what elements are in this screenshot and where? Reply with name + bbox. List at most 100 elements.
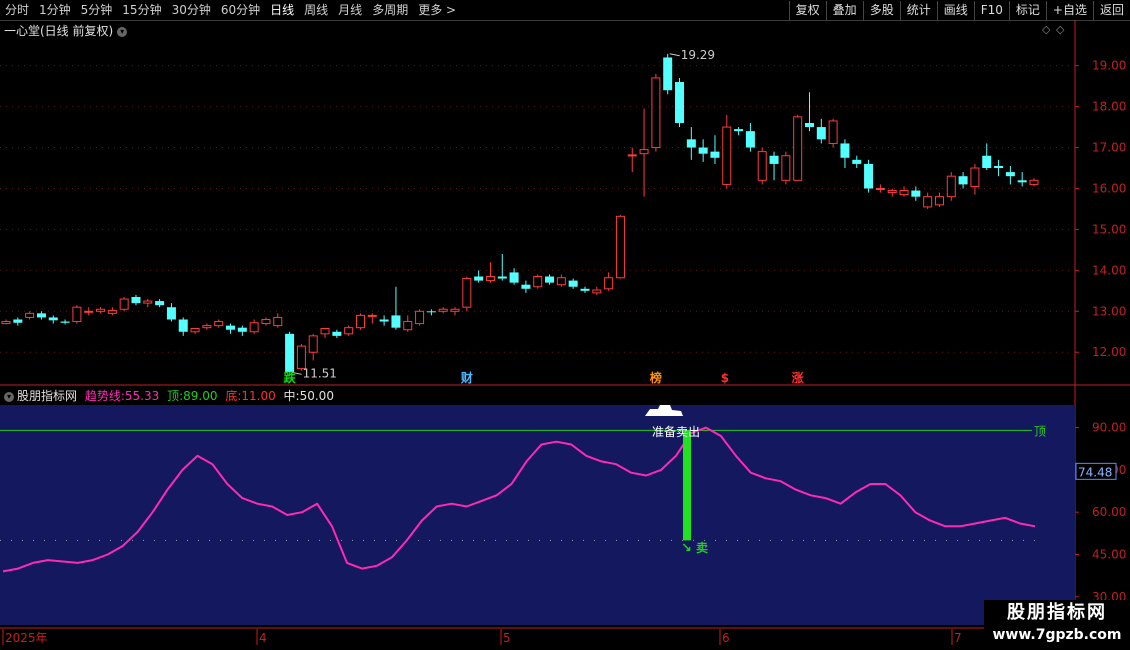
top-level-label: 顶 xyxy=(1034,424,1046,438)
candle-body xyxy=(923,196,933,208)
candle-body xyxy=(734,129,744,132)
watermark-title: 股朋指标网 xyxy=(1007,602,1107,623)
candle-body xyxy=(840,143,850,158)
candle-body xyxy=(828,120,838,144)
candle-body xyxy=(686,139,696,148)
candle-body xyxy=(970,167,980,187)
candle-body xyxy=(379,319,389,322)
candle-body xyxy=(1,321,11,325)
candle-body xyxy=(249,322,259,333)
candle-body xyxy=(237,327,247,332)
candle-body xyxy=(190,328,200,333)
candle-body xyxy=(119,298,129,310)
candle-body xyxy=(604,277,614,290)
x-axis-label: 2025年 xyxy=(5,631,48,645)
candle-body xyxy=(485,276,495,282)
candle-body xyxy=(1005,172,1015,177)
candle-body xyxy=(982,155,992,169)
candle-body xyxy=(958,176,968,185)
candle-body xyxy=(403,321,413,331)
candle-body xyxy=(545,276,555,283)
settings-icon: ◇ xyxy=(1056,23,1065,36)
candle-body xyxy=(934,196,944,206)
candle-body xyxy=(60,321,70,323)
candle-body xyxy=(497,276,507,279)
candle-body xyxy=(568,280,578,287)
candle-body xyxy=(710,151,720,158)
candle-body xyxy=(355,314,365,329)
candle-body xyxy=(615,215,625,279)
candle-body xyxy=(462,278,472,308)
sell-arrow-icon: ↘ xyxy=(681,541,692,556)
watermark: 股朋指标网 www.7gpzb.com xyxy=(984,600,1130,650)
candle-body xyxy=(166,307,176,320)
candle-body xyxy=(155,301,165,306)
candle-body xyxy=(415,310,425,325)
candle-body xyxy=(391,315,401,328)
candle-body xyxy=(887,190,897,194)
candle-body xyxy=(178,319,188,332)
x-axis-label: 5 xyxy=(503,631,511,645)
candle-body xyxy=(48,317,58,321)
candle-body xyxy=(202,325,212,329)
candle-body xyxy=(745,131,755,148)
sell-label: 卖 xyxy=(696,540,708,555)
candle-body xyxy=(320,328,330,335)
candle-body xyxy=(757,151,767,181)
candle-body xyxy=(509,272,519,283)
stock-chart[interactable]: 19.00 18.00 17.00 16.00 15.00 14.00 13.00 12.00… xyxy=(0,0,1130,650)
event-marker: 涨 xyxy=(792,370,804,385)
candle-body xyxy=(1029,179,1039,185)
high-annotation: 19.29 xyxy=(681,48,715,62)
candle-body xyxy=(864,163,874,189)
low-annotation: 11.51 xyxy=(303,366,337,380)
candle-body xyxy=(84,310,94,313)
ind-y-tick-label: 45.00 xyxy=(1092,547,1126,561)
y-tick-label: 14.00 xyxy=(1092,263,1126,277)
x-axis-label: 4 xyxy=(259,631,267,645)
y-tick-label: 19.00 xyxy=(1092,59,1126,73)
candle-body xyxy=(1017,180,1027,183)
candle-body xyxy=(474,276,484,281)
candle-body xyxy=(793,116,803,181)
y-tick-label: 12.00 xyxy=(1092,345,1126,359)
high-pointer xyxy=(669,53,680,57)
candle-body xyxy=(285,333,295,372)
candle-body xyxy=(107,309,117,314)
candle-body xyxy=(273,316,283,327)
event-marker: 榜 xyxy=(650,370,662,385)
y-tick-label: 16.00 xyxy=(1092,181,1126,195)
x-axis-label: 6 xyxy=(722,631,730,645)
candle-body xyxy=(663,57,673,91)
candle-body xyxy=(438,308,448,312)
candle-body xyxy=(131,296,141,304)
y-tick-label: 18.00 xyxy=(1092,100,1126,114)
candle-body xyxy=(651,77,661,149)
y-tick-label: 15.00 xyxy=(1092,222,1126,236)
event-marker: $ xyxy=(721,371,729,385)
candle-body xyxy=(994,165,1004,169)
candle-body xyxy=(143,300,153,304)
candle-body xyxy=(592,289,602,294)
candle-body xyxy=(13,319,23,323)
candle-body xyxy=(533,276,543,288)
y-tick-label: 13.00 xyxy=(1092,304,1126,318)
candle-body xyxy=(698,147,708,154)
x-axis-label: 7 xyxy=(954,631,962,645)
candle-body xyxy=(450,308,460,312)
candle-body xyxy=(344,327,354,335)
sell-bar xyxy=(683,430,691,541)
candle-body xyxy=(946,175,956,198)
event-marker: 财 xyxy=(460,370,473,385)
candle-body xyxy=(36,313,46,318)
candle-body xyxy=(261,318,271,325)
ind-y-tick-label: 90.00 xyxy=(1092,421,1126,435)
candle-body xyxy=(226,325,236,330)
candle-body xyxy=(367,314,377,317)
candle-body xyxy=(781,155,791,181)
candle-body xyxy=(214,321,224,327)
diamond-icon: ◇ xyxy=(1042,23,1051,36)
event-marker: 跌 xyxy=(284,370,297,385)
candle-body xyxy=(580,288,590,291)
candle-body xyxy=(911,190,921,197)
